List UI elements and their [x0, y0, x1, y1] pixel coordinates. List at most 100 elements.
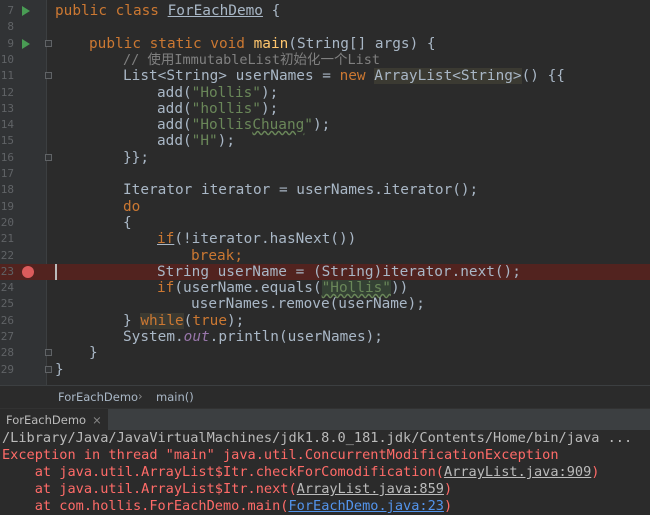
stack-frame-link[interactable]: ForEachDemo.java:23: [288, 498, 444, 514]
breadcrumb-separator-icon: ›: [138, 389, 143, 403]
code-line: 14 add("HollisChuang");: [0, 117, 650, 133]
keyword: new: [339, 68, 366, 85]
breakpoint-line: 23 String userName = (String)iterator.ne…: [0, 263, 650, 281]
code-text: }};: [123, 149, 149, 166]
stack-frame-text: ): [591, 464, 600, 480]
code-text: }: [123, 312, 141, 329]
fold-marker-icon[interactable]: [45, 72, 52, 80]
fold-marker-icon[interactable]: [45, 153, 52, 161]
code-text: add(: [157, 84, 192, 101]
code-text: System.: [123, 329, 184, 345]
keyword: while: [140, 312, 184, 329]
code-text: userNames.remove(userName);: [191, 296, 425, 313]
code-line: 8: [0, 19, 650, 35]
code-text: );: [260, 84, 279, 101]
fold-marker-icon[interactable]: [45, 365, 52, 373]
code-editor[interactable]: 7 public class ForEachDemo { 8 9 public …: [0, 0, 650, 385]
code-line: 12 add("Hollis");: [0, 85, 650, 101]
stack-frame-text: at java.util.ArrayList$Itr.next(: [2, 481, 297, 497]
code-line: 20 {: [0, 215, 650, 231]
keyword: break: [191, 247, 235, 264]
code-line: 17: [0, 166, 650, 182]
code-text: add(: [157, 133, 192, 150]
code-text: String userName = (String)iterator.next(…: [157, 263, 521, 280]
run-tab-label: ForEachDemo: [6, 413, 87, 427]
line-number: 20: [0, 215, 14, 229]
run-tool-window-tabs: ForEachDemo ×: [0, 408, 650, 431]
stack-frame: at java.util.ArrayList$Itr.checkForComod…: [2, 464, 600, 481]
code-text: (!iterator.hasNext()): [174, 231, 357, 248]
code-text: Iterator iterator = userNames.iterator()…: [123, 182, 479, 199]
fold-marker-icon[interactable]: [45, 39, 52, 47]
string-literal: "Hollis": [191, 84, 261, 101]
stack-frame-text: at java.util.ArrayList$Itr.checkForComod…: [2, 464, 444, 480]
code-text: add(: [157, 117, 192, 134]
string-literal: "hollis": [191, 100, 261, 117]
stack-frame: at com.hollis.ForEachDemo.main(ForEachDe…: [2, 498, 452, 515]
run-method-icon[interactable]: [22, 38, 30, 49]
code-text: }: [55, 361, 64, 378]
method-name: main: [253, 35, 289, 52]
code-line: 26 } while(true);: [0, 312, 650, 329]
code-text: .println(userNames);: [209, 329, 383, 345]
string-literal-typo: Chuang: [252, 117, 305, 134]
line-number: 29: [0, 362, 14, 376]
code-text: List<String> userNames =: [123, 68, 340, 85]
line-number: 14: [0, 118, 14, 132]
stack-frame-text: at com.hollis.ForEachDemo.main(: [2, 498, 289, 514]
code-line: 9 public static void main(String[] args)…: [0, 36, 650, 52]
code-line: 15 add("H");: [0, 133, 650, 149]
code-text: ;: [234, 247, 243, 264]
line-number: 15: [0, 134, 14, 148]
code-text: add(: [157, 100, 192, 117]
class-name: ForEachDemo: [167, 3, 263, 19]
code-line: 16 }};: [0, 150, 650, 166]
keyword: public class: [55, 3, 159, 19]
run-console[interactable]: /Library/Java/JavaVirtualMachines/jdk1.8…: [0, 430, 650, 515]
run-tab[interactable]: ForEachDemo ×: [0, 409, 108, 431]
breakpoint-icon[interactable]: [22, 265, 34, 278]
line-number: 18: [0, 183, 14, 197]
code-line: 13 add("hollis");: [0, 101, 650, 117]
code-text: (userName.equals(: [174, 280, 322, 297]
console-command-line: /Library/Java/JavaVirtualMachines/jdk1.8…: [2, 430, 633, 446]
line-number: 19: [0, 199, 14, 213]
close-icon[interactable]: ×: [92, 413, 102, 427]
code-text: );: [312, 117, 331, 134]
line-number: 7: [7, 4, 14, 17]
code-line: 7 public class ForEachDemo {: [0, 3, 650, 19]
code-text: () {{: [521, 68, 565, 85]
line-number: 22: [0, 248, 14, 262]
fold-marker-icon[interactable]: [45, 349, 52, 357]
keyword: do: [123, 198, 141, 215]
code-line: 10 // 使用ImmutableList初始化一个List: [0, 52, 650, 68]
line-number: 25: [0, 297, 14, 311]
line-number: 12: [0, 85, 14, 99]
code-line: 25 userNames.remove(userName);: [0, 296, 650, 312]
code-line: 19 do: [0, 199, 650, 215]
breadcrumb: ForEachDemo › main(): [0, 385, 650, 408]
line-number: 17: [0, 167, 14, 180]
line-number: 27: [0, 330, 14, 343]
string-literal: "Hollis: [191, 117, 253, 134]
string-literal: ": [304, 117, 313, 134]
keyword: if: [157, 231, 175, 248]
code-line: 27 System.out.println(userNames);: [0, 329, 650, 345]
keyword: public static void: [89, 35, 245, 52]
line-number: 28: [0, 346, 14, 360]
code-line: 11 List<String> userNames = new ArrayLis…: [0, 68, 650, 85]
run-class-icon[interactable]: [22, 6, 30, 16]
keyword: if: [157, 280, 175, 297]
stack-frame-link[interactable]: ArrayList.java:909: [444, 464, 591, 480]
code-line: 28 }: [0, 345, 650, 361]
static-field: out: [183, 329, 210, 345]
breadcrumb-method[interactable]: main(): [156, 390, 194, 404]
text-caret: [55, 263, 57, 280]
line-number: 11: [0, 69, 14, 83]
code-text: );: [226, 312, 245, 329]
stack-frame-text: ): [443, 498, 453, 514]
breadcrumb-class[interactable]: ForEachDemo: [58, 390, 138, 404]
stack-frame-link[interactable]: ArrayList.java:859: [297, 481, 444, 497]
params: (String[] args) {: [288, 35, 436, 52]
stack-frame-text: ): [443, 481, 453, 497]
